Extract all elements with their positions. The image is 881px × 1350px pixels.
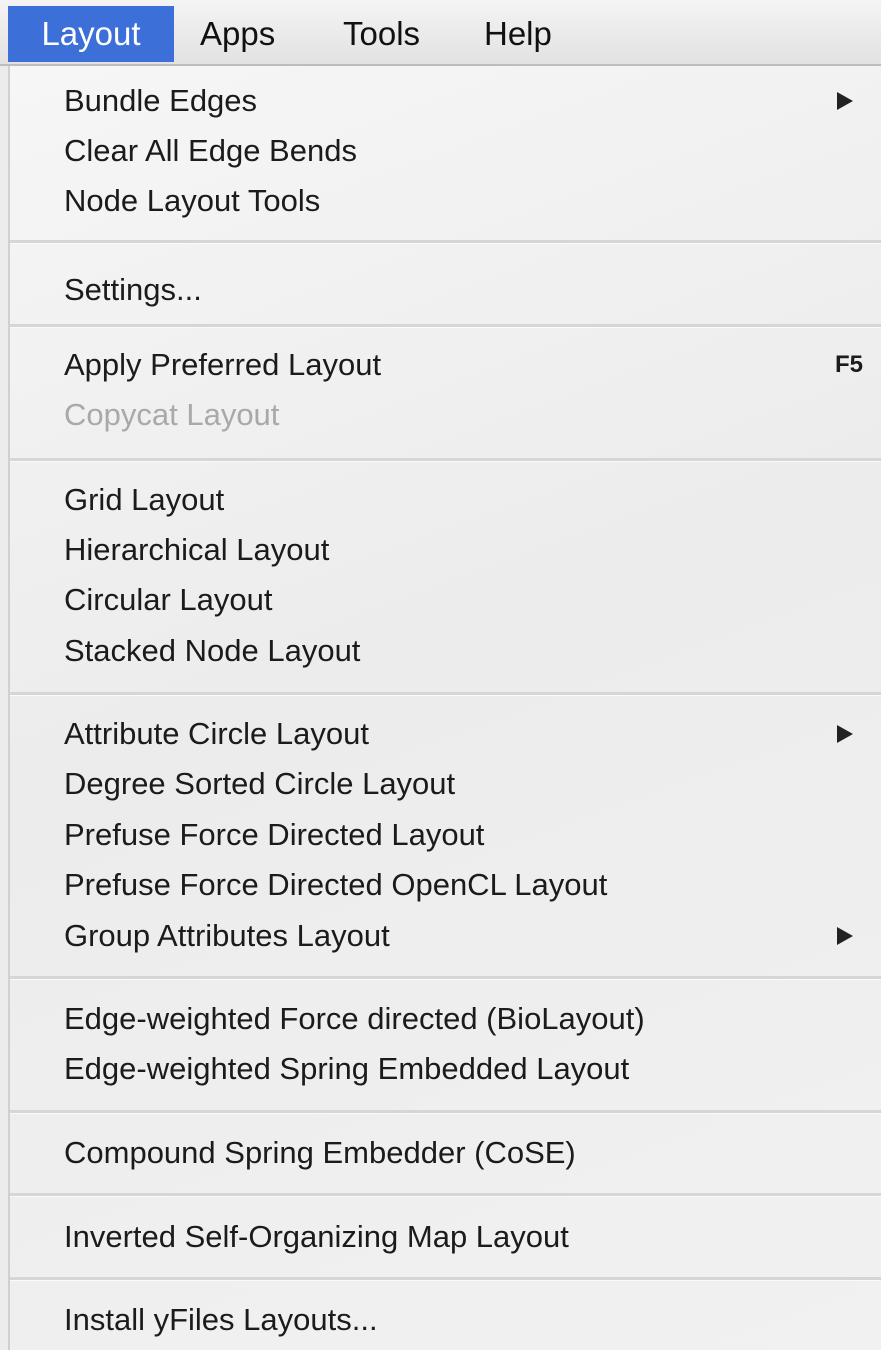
menu-item-install-yfiles-layouts[interactable]: Install yFiles Layouts...	[64, 1295, 881, 1345]
menu-item-degree-sorted-circle-layout[interactable]: Degree Sorted Circle Layout	[64, 759, 881, 809]
layout-dropdown-menu: Bundle Edges Clear All Edge Bends Node L…	[8, 66, 881, 1350]
menu-separator	[10, 324, 881, 328]
submenu-arrow-icon	[837, 927, 853, 945]
menu-item-group-attributes-layout[interactable]: Group Attributes Layout	[64, 911, 881, 961]
menu-item-apply-preferred-layout[interactable]: Apply Preferred Layout F5	[64, 340, 881, 390]
menu-item-label: Prefuse Force Directed Layout	[64, 817, 485, 852]
menu-bar: Layout Apps Tools Help	[0, 0, 881, 66]
menu-item-attribute-circle-layout[interactable]: Attribute Circle Layout	[64, 709, 881, 759]
menu-item-label: Bundle Edges	[64, 83, 258, 118]
menu-item-bundle-edges[interactable]: Bundle Edges	[64, 76, 881, 126]
menu-item-label: Install yFiles Layouts...	[64, 1302, 378, 1337]
menu-separator	[10, 1110, 881, 1114]
menu-item-label: Compound Spring Embedder (CoSE)	[64, 1135, 576, 1170]
menu-item-label: Group Attributes Layout	[64, 918, 390, 953]
menu-separator	[10, 976, 881, 980]
menu-item-clear-all-edge-bends[interactable]: Clear All Edge Bends	[64, 126, 881, 176]
menu-separator	[10, 1193, 881, 1197]
menu-apps[interactable]: Apps	[200, 6, 275, 62]
menu-item-label: Settings...	[64, 272, 202, 307]
menu-item-label: Prefuse Force Directed OpenCL Layout	[64, 867, 608, 902]
menu-item-label: Grid Layout	[64, 482, 225, 517]
menu-item-prefuse-force-directed-layout[interactable]: Prefuse Force Directed Layout	[64, 810, 881, 860]
menu-item-copycat-layout: Copycat Layout	[64, 390, 881, 440]
menu-separator	[10, 458, 881, 462]
menu-item-label: Stacked Node Layout	[64, 633, 361, 668]
menu-item-label: Inverted Self-Organizing Map Layout	[64, 1219, 569, 1254]
menu-help[interactable]: Help	[484, 6, 552, 62]
menu-item-label: Node Layout Tools	[64, 183, 321, 218]
menu-item-label: Edge-weighted Force directed (BioLayout)	[64, 1001, 645, 1036]
menu-item-compound-spring-embedder[interactable]: Compound Spring Embedder (CoSE)	[64, 1128, 881, 1178]
menu-item-settings[interactable]: Settings...	[64, 265, 881, 315]
menu-item-stacked-node-layout[interactable]: Stacked Node Layout	[64, 626, 881, 676]
menu-item-label: Hierarchical Layout	[64, 532, 330, 567]
menu-layout[interactable]: Layout	[8, 6, 174, 62]
submenu-arrow-icon	[837, 92, 853, 110]
menu-item-circular-layout[interactable]: Circular Layout	[64, 575, 881, 625]
menu-item-inverted-self-organizing-map[interactable]: Inverted Self-Organizing Map Layout	[64, 1212, 881, 1262]
menu-item-label: Circular Layout	[64, 582, 273, 617]
menu-item-edge-weighted-force-directed[interactable]: Edge-weighted Force directed (BioLayout)	[64, 994, 881, 1044]
menu-item-label: Copycat Layout	[64, 397, 280, 432]
menu-item-label: Apply Preferred Layout	[64, 347, 382, 382]
menu-item-prefuse-force-directed-opencl-layout[interactable]: Prefuse Force Directed OpenCL Layout	[64, 860, 881, 910]
menu-separator	[10, 692, 881, 696]
menu-item-edge-weighted-spring-embedded[interactable]: Edge-weighted Spring Embedded Layout	[64, 1044, 881, 1094]
shortcut-f5: F5	[834, 351, 863, 378]
menu-item-label: Degree Sorted Circle Layout	[64, 766, 456, 801]
menu-item-label: Clear All Edge Bends	[64, 133, 357, 168]
menu-item-label: Attribute Circle Layout	[64, 716, 369, 751]
menu-item-label: Edge-weighted Spring Embedded Layout	[64, 1051, 630, 1086]
menu-tools[interactable]: Tools	[343, 6, 420, 62]
menu-item-hierarchical-layout[interactable]: Hierarchical Layout	[64, 525, 881, 575]
menu-separator	[10, 1277, 881, 1281]
menu-separator	[10, 240, 881, 244]
menu-item-node-layout-tools[interactable]: Node Layout Tools	[64, 176, 881, 226]
submenu-arrow-icon	[837, 725, 853, 743]
menu-item-grid-layout[interactable]: Grid Layout	[64, 475, 881, 525]
